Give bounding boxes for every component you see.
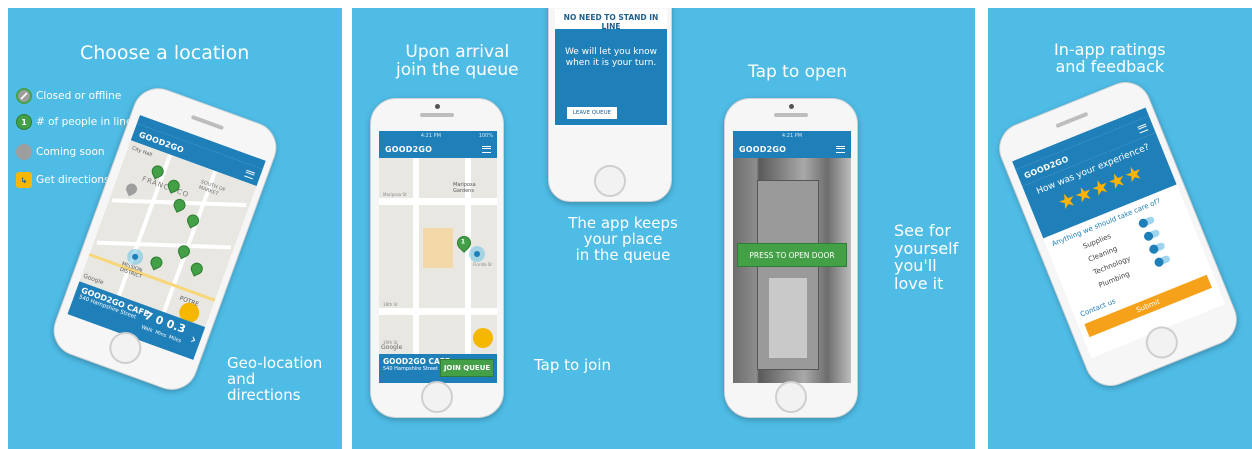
keeps-caption-line3: in the queue [575,245,671,264]
green-pin-number: 1 [21,117,27,127]
gray-pin-icon [16,144,32,160]
door-screen: 4:21 PM GOOD2GO PRESS TO OPEN DOOR [733,131,851,383]
arrival-title-line2: join the queue [396,59,519,80]
see-caption-line1: See for [894,221,951,240]
status-bar: 4:21 PM [733,131,851,140]
legend-closed: Closed or offline [16,88,121,104]
map-label-city-hall: City Hall [131,145,153,159]
see-caption-line2: yourself [894,238,959,258]
home-button[interactable] [775,381,807,413]
map-pin[interactable] [188,260,205,277]
status-bar: 4:21 PM 100% [379,131,497,140]
panel-choose-location: Choose a location Closed or offline 1 # … [8,8,342,449]
home-button[interactable] [421,381,453,413]
see-caption-line4: love it [894,273,944,293]
menu-icon[interactable] [1137,123,1149,133]
status-battery: 100% [478,132,493,139]
phone-join-queue: 4:21 PM 100% GOOD2GO Mariposa Gardens Mar… [370,98,504,418]
phone-speaker [1055,111,1089,129]
legend-coming-soon-label: Coming soon [36,146,105,158]
legend-people: 1 # of people in line [16,114,132,130]
status-time: 4:21 PM [420,132,441,139]
map-label-mariposa-gardens: Mariposa Gardens [453,182,476,194]
keeps-caption: The app keeps your place in the queue [560,215,686,264]
directions-icon[interactable] [473,328,493,348]
ratings-title: In-app ratings and feedback [1054,41,1166,76]
nav-bar: GOOD2GO [733,140,851,158]
street-label-florida: Florida St [473,262,492,267]
gray-map-pin[interactable] [124,181,139,197]
popup-screen: NO NEED TO STAND IN LINE We will let you… [555,9,667,127]
phone-open-door: 4:21 PM GOOD2GO PRESS TO OPEN DOOR [724,98,858,418]
open-door-button[interactable]: PRESS TO OPEN DOOR [737,243,847,267]
directions-icon: ↳ [16,172,32,188]
menu-icon[interactable] [482,145,491,153]
phone-camera [789,104,794,109]
map-pin[interactable] [148,254,165,271]
phone-speaker [420,113,454,117]
popup-body-line1: We will let you know [564,47,658,57]
mins-value: 0 [153,313,166,328]
map-label-francisco: FRANCISCO [140,174,191,200]
legend-coming-soon: Coming soon [16,144,105,160]
nav-bar: GOOD2GO [379,140,497,158]
popup-header: NO NEED TO STAND IN LINE [563,13,659,31]
status-time: 4:21 PM [781,132,803,139]
home-button[interactable] [594,165,626,197]
phone-ratings: GOOD2GO How was your experience? ★★★★★ A… [991,74,1245,394]
map-pin[interactable] [171,196,188,213]
map-google-label: Google [381,344,403,351]
supplies-toggle[interactable] [1137,215,1156,229]
venue-bar: GOOD2GO CAFE 540 Hampshire Street JOIN Q… [379,354,497,383]
see-caption-line3: you'll [894,256,937,276]
popup-body-box: We will let you know when it is your tur… [555,29,667,125]
menu-icon[interactable] [836,145,845,153]
leave-queue-button[interactable]: LEAVE QUEUE [567,107,617,119]
restroom-photo [733,158,851,383]
legend-people-label: # of people in line [36,116,133,128]
panel1-title: Choose a location [80,42,250,64]
tap-open-title: Tap to open [748,62,848,82]
phone-speaker [190,114,225,131]
phone-speaker [774,113,808,117]
join-screen: 4:21 PM 100% GOOD2GO Mariposa Gardens Mar… [379,131,497,383]
legend-closed-label: Closed or offline [36,90,122,102]
closed-icon [16,88,32,104]
street-label-mariposa: Mariposa St [383,192,407,197]
green-pin-icon: 1 [16,114,32,130]
popup-body-line2: when it is your turn. [565,57,657,68]
app-logo: GOOD2GO [385,144,433,154]
legend-directions: ↳ Get directions [16,172,110,188]
arrival-title: Upon arrival join the queue [396,43,519,80]
current-location-dot [469,246,485,262]
tap-join-caption: Tap to join [534,356,612,374]
ratings-screen: GOOD2GO How was your experience? ★★★★★ A… [1012,107,1226,358]
phone-camera [435,104,440,109]
phone-popup: NO NEED TO STAND IN LINE We will let you… [548,8,672,202]
app-logo: GOOD2GO [739,144,787,154]
see-caption: See for yourself you'll love it [894,222,958,292]
street-map[interactable]: Mariposa Gardens Mariposa St Florida St … [379,158,497,354]
panel-ratings: In-app ratings and feedback GOOD2GO How … [988,8,1252,449]
legend-directions-label: Get directions [36,174,110,186]
plumbing-toggle[interactable] [1153,254,1172,268]
street-label-18th: 18th St [383,302,398,307]
menu-icon[interactable] [244,169,256,179]
panel-queue: Upon arrival join the queue 4:21 PM 100% … [352,8,975,449]
technology-toggle[interactable] [1148,241,1166,255]
ratings-title-line2: and feedback [1055,56,1165,76]
join-queue-button[interactable]: JOIN QUEUE [440,359,494,377]
geo-caption: Geo-location and directions [227,355,322,404]
cleaning-toggle[interactable] [1143,228,1161,242]
geo-caption-line3: directions [227,385,301,404]
